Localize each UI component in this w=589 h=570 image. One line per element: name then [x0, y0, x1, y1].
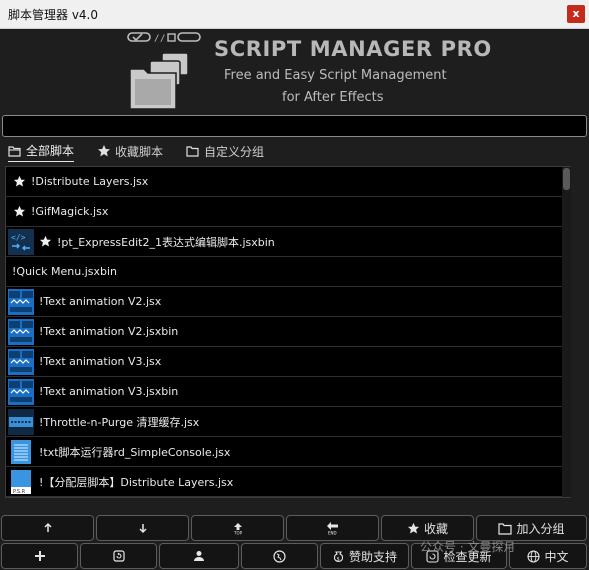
script-row[interactable]: !txt脚本运行器rd_SimpleConsole.jsx: [6, 437, 562, 467]
script-list[interactable]: !Distribute Layers.jsx !GifMagick.jsx </…: [6, 167, 562, 497]
svg-text:/: /: [154, 34, 159, 44]
script-row[interactable]: !Distribute Layers.jsx: [6, 167, 562, 197]
script-name: !txt脚本运行器rd_SimpleConsole.jsx: [39, 445, 231, 459]
tab-label: 收藏脚本: [115, 144, 164, 159]
script-name: !Text animation V2.jsx: [39, 295, 162, 308]
document-thumbnail-icon: [7, 439, 34, 465]
language-label: 中文: [544, 549, 569, 564]
script-name: !Throttle-n-Purge 清理缓存.jsx: [39, 415, 200, 429]
script-name: !Distribute Layers.jsx: [31, 175, 149, 188]
purge-thumbnail-icon: [7, 408, 34, 435]
script-row[interactable]: !Text animation V2.jsx: [6, 287, 562, 317]
check-update-button[interactable]: 检查更新: [411, 543, 507, 569]
tab-all-scripts[interactable]: 全部脚本: [8, 140, 75, 162]
add-to-group-label: 加入分组: [516, 521, 565, 536]
tab-custom-groups[interactable]: 自定义分组: [186, 140, 264, 162]
tab-label: 自定义分组: [204, 144, 265, 159]
svg-text:TOP: TOP: [233, 531, 243, 536]
star-icon: [98, 145, 110, 157]
add-script-button[interactable]: [1, 543, 78, 569]
refresh-button[interactable]: [80, 543, 157, 569]
move-to-top-icon: TOP: [233, 523, 243, 536]
favorite-star-icon: [13, 205, 26, 217]
script-name: !Quick Menu.jsxbin: [12, 265, 118, 278]
tab-label: 全部脚本: [26, 144, 75, 158]
script-row[interactable]: P.S.R !【分配层脚本】Distribute Layers.jsx: [6, 467, 562, 497]
header: / / SCRIPT MANAGER PRO Free and Easy Scr…: [0, 29, 589, 113]
title-bar: 脚本管理器 v4.0 x: [0, 0, 589, 29]
code-thumbnail-icon: </>: [7, 228, 34, 255]
favorite-star-icon: [13, 175, 26, 187]
tab-favorites[interactable]: 收藏脚本: [97, 140, 163, 162]
script-name: !【分配层脚本】Distribute Layers.jsx: [39, 475, 234, 489]
svg-text:$: $: [336, 556, 339, 562]
favorite-star-icon: [39, 235, 52, 247]
toolbar-secondary: $ 赞助支持 检查更新 中文: [0, 543, 589, 569]
tagline-line1: Free and Easy Script Management: [224, 68, 447, 83]
language-button[interactable]: 中文: [509, 543, 587, 569]
user-icon: [194, 551, 204, 561]
text-animation-thumbnail-icon: [7, 288, 34, 315]
script-name: !GifMagick.jsx: [31, 205, 109, 218]
folder-open-icon: [8, 145, 21, 157]
script-name: !Text animation V2.jsxbin: [39, 325, 179, 338]
globe-icon: [273, 549, 286, 563]
toolbar-primary: TOP END 收藏 加入分组: [0, 515, 589, 541]
text-animation-thumbnail-icon: [7, 378, 34, 405]
folder-icon: [498, 522, 513, 535]
update-icon: [426, 549, 440, 563]
move-up-button[interactable]: [1, 515, 94, 541]
brand-title: SCRIPT MANAGER PRO: [214, 37, 492, 61]
folder-icon: [186, 146, 199, 157]
scrollbar-thumb[interactable]: [563, 168, 570, 190]
script-manager-logo: / /: [127, 32, 201, 110]
script-row[interactable]: !Text animation V2.jsxbin: [6, 317, 562, 347]
script-row[interactable]: !GifMagick.jsx: [6, 197, 562, 227]
script-row[interactable]: !Text animation V3.jsxbin: [6, 377, 562, 407]
arrow-down-icon: [138, 524, 147, 534]
window-title: 脚本管理器 v4.0: [8, 8, 99, 22]
svg-text:P.S.R: P.S.R: [13, 489, 26, 495]
list-scrollbar[interactable]: [562, 167, 571, 497]
donate-button[interactable]: $ 赞助支持: [320, 543, 409, 569]
arrow-up-icon: [43, 522, 52, 532]
donate-label: 赞助支持: [348, 549, 397, 564]
script-row[interactable]: !Text animation V3.jsx: [6, 347, 562, 377]
script-name: !pt_ExpressEdit2_1表达式编辑脚本.jsxbin: [57, 235, 275, 249]
check-update-label: 检查更新: [443, 549, 492, 564]
favorite-button-label: 收藏: [423, 521, 448, 536]
search-input[interactable]: [2, 115, 587, 137]
add-to-group-button[interactable]: 加入分组: [476, 515, 587, 541]
tagline-line2: for After Effects: [282, 90, 384, 105]
script-list-panel: !Distribute Layers.jsx !GifMagick.jsx </…: [5, 166, 571, 498]
close-button[interactable]: x: [567, 5, 585, 23]
svg-text:</>: </>: [11, 233, 26, 242]
money-bag-icon: $: [333, 550, 344, 562]
text-animation-thumbnail-icon: [7, 318, 34, 345]
move-to-end-icon: END: [326, 522, 338, 536]
category-tabs: 全部脚本 收藏脚本 自定义分组: [0, 140, 589, 162]
author-button[interactable]: [159, 543, 239, 569]
text-animation-thumbnail-icon: [7, 348, 34, 375]
favorite-button[interactable]: 收藏: [381, 515, 474, 541]
file-thumbnail-icon: P.S.R: [7, 469, 34, 495]
script-name: !Text animation V3.jsxbin: [39, 385, 179, 398]
refresh-icon: [112, 550, 125, 562]
svg-text:END: END: [328, 531, 337, 536]
script-row[interactable]: </> !pt_ExpressEdit2_1表达式编辑脚本.jsxbin: [6, 227, 562, 257]
move-end-button[interactable]: END: [286, 515, 379, 541]
script-name: !Text animation V3.jsx: [39, 355, 162, 368]
website-button[interactable]: [241, 543, 318, 569]
globe-icon: [527, 549, 541, 563]
star-icon: [407, 522, 420, 534]
script-row[interactable]: !Quick Menu.jsxbin: [6, 257, 562, 287]
move-down-button[interactable]: [96, 515, 189, 541]
script-row[interactable]: !Throttle-n-Purge 清理缓存.jsx: [6, 407, 562, 437]
svg-text:/: /: [160, 34, 165, 44]
move-top-button[interactable]: TOP: [191, 515, 284, 541]
plus-icon: [34, 551, 45, 561]
